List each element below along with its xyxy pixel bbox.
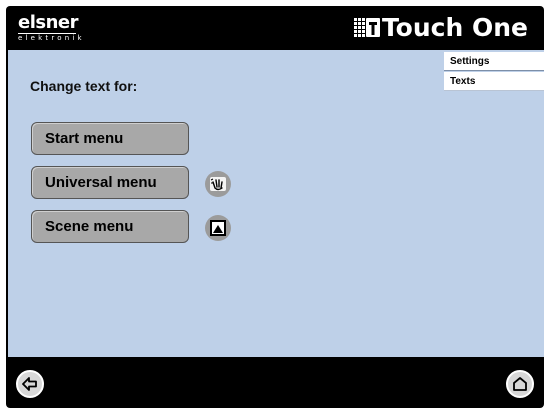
page-title: Change text for: — [30, 78, 138, 94]
hand-wave-icon — [205, 171, 231, 197]
hand-wave-glyph — [210, 177, 226, 191]
logo-sub-text: elektronik — [18, 34, 85, 42]
grid-t-icon — [353, 18, 380, 37]
logo-main-text: elsner — [18, 12, 79, 34]
home-icon — [513, 377, 527, 391]
universal-menu-button[interactable]: Universal menu — [31, 166, 189, 199]
brand-title-text: Touch One — [381, 13, 528, 42]
sidebar-item-texts[interactable]: Texts — [444, 72, 544, 91]
home-button[interactable] — [506, 370, 534, 398]
start-menu-button[interactable]: Start menu — [31, 122, 189, 155]
arrow-left-icon — [22, 377, 37, 391]
scene-menu-button[interactable]: Scene menu — [31, 210, 189, 243]
sidebar-item-settings[interactable]: Settings — [444, 52, 544, 71]
scene-glyph — [210, 220, 226, 236]
back-button[interactable] — [16, 370, 44, 398]
elsner-logo: elsner elektronik — [18, 14, 85, 43]
brand-title: Touch One — [353, 13, 528, 42]
device-frame: elsner elektronik Touch One Settings Tex… — [6, 6, 544, 408]
content-area: Settings Texts Change text for: Start me… — [8, 50, 544, 357]
scene-icon — [205, 215, 231, 241]
